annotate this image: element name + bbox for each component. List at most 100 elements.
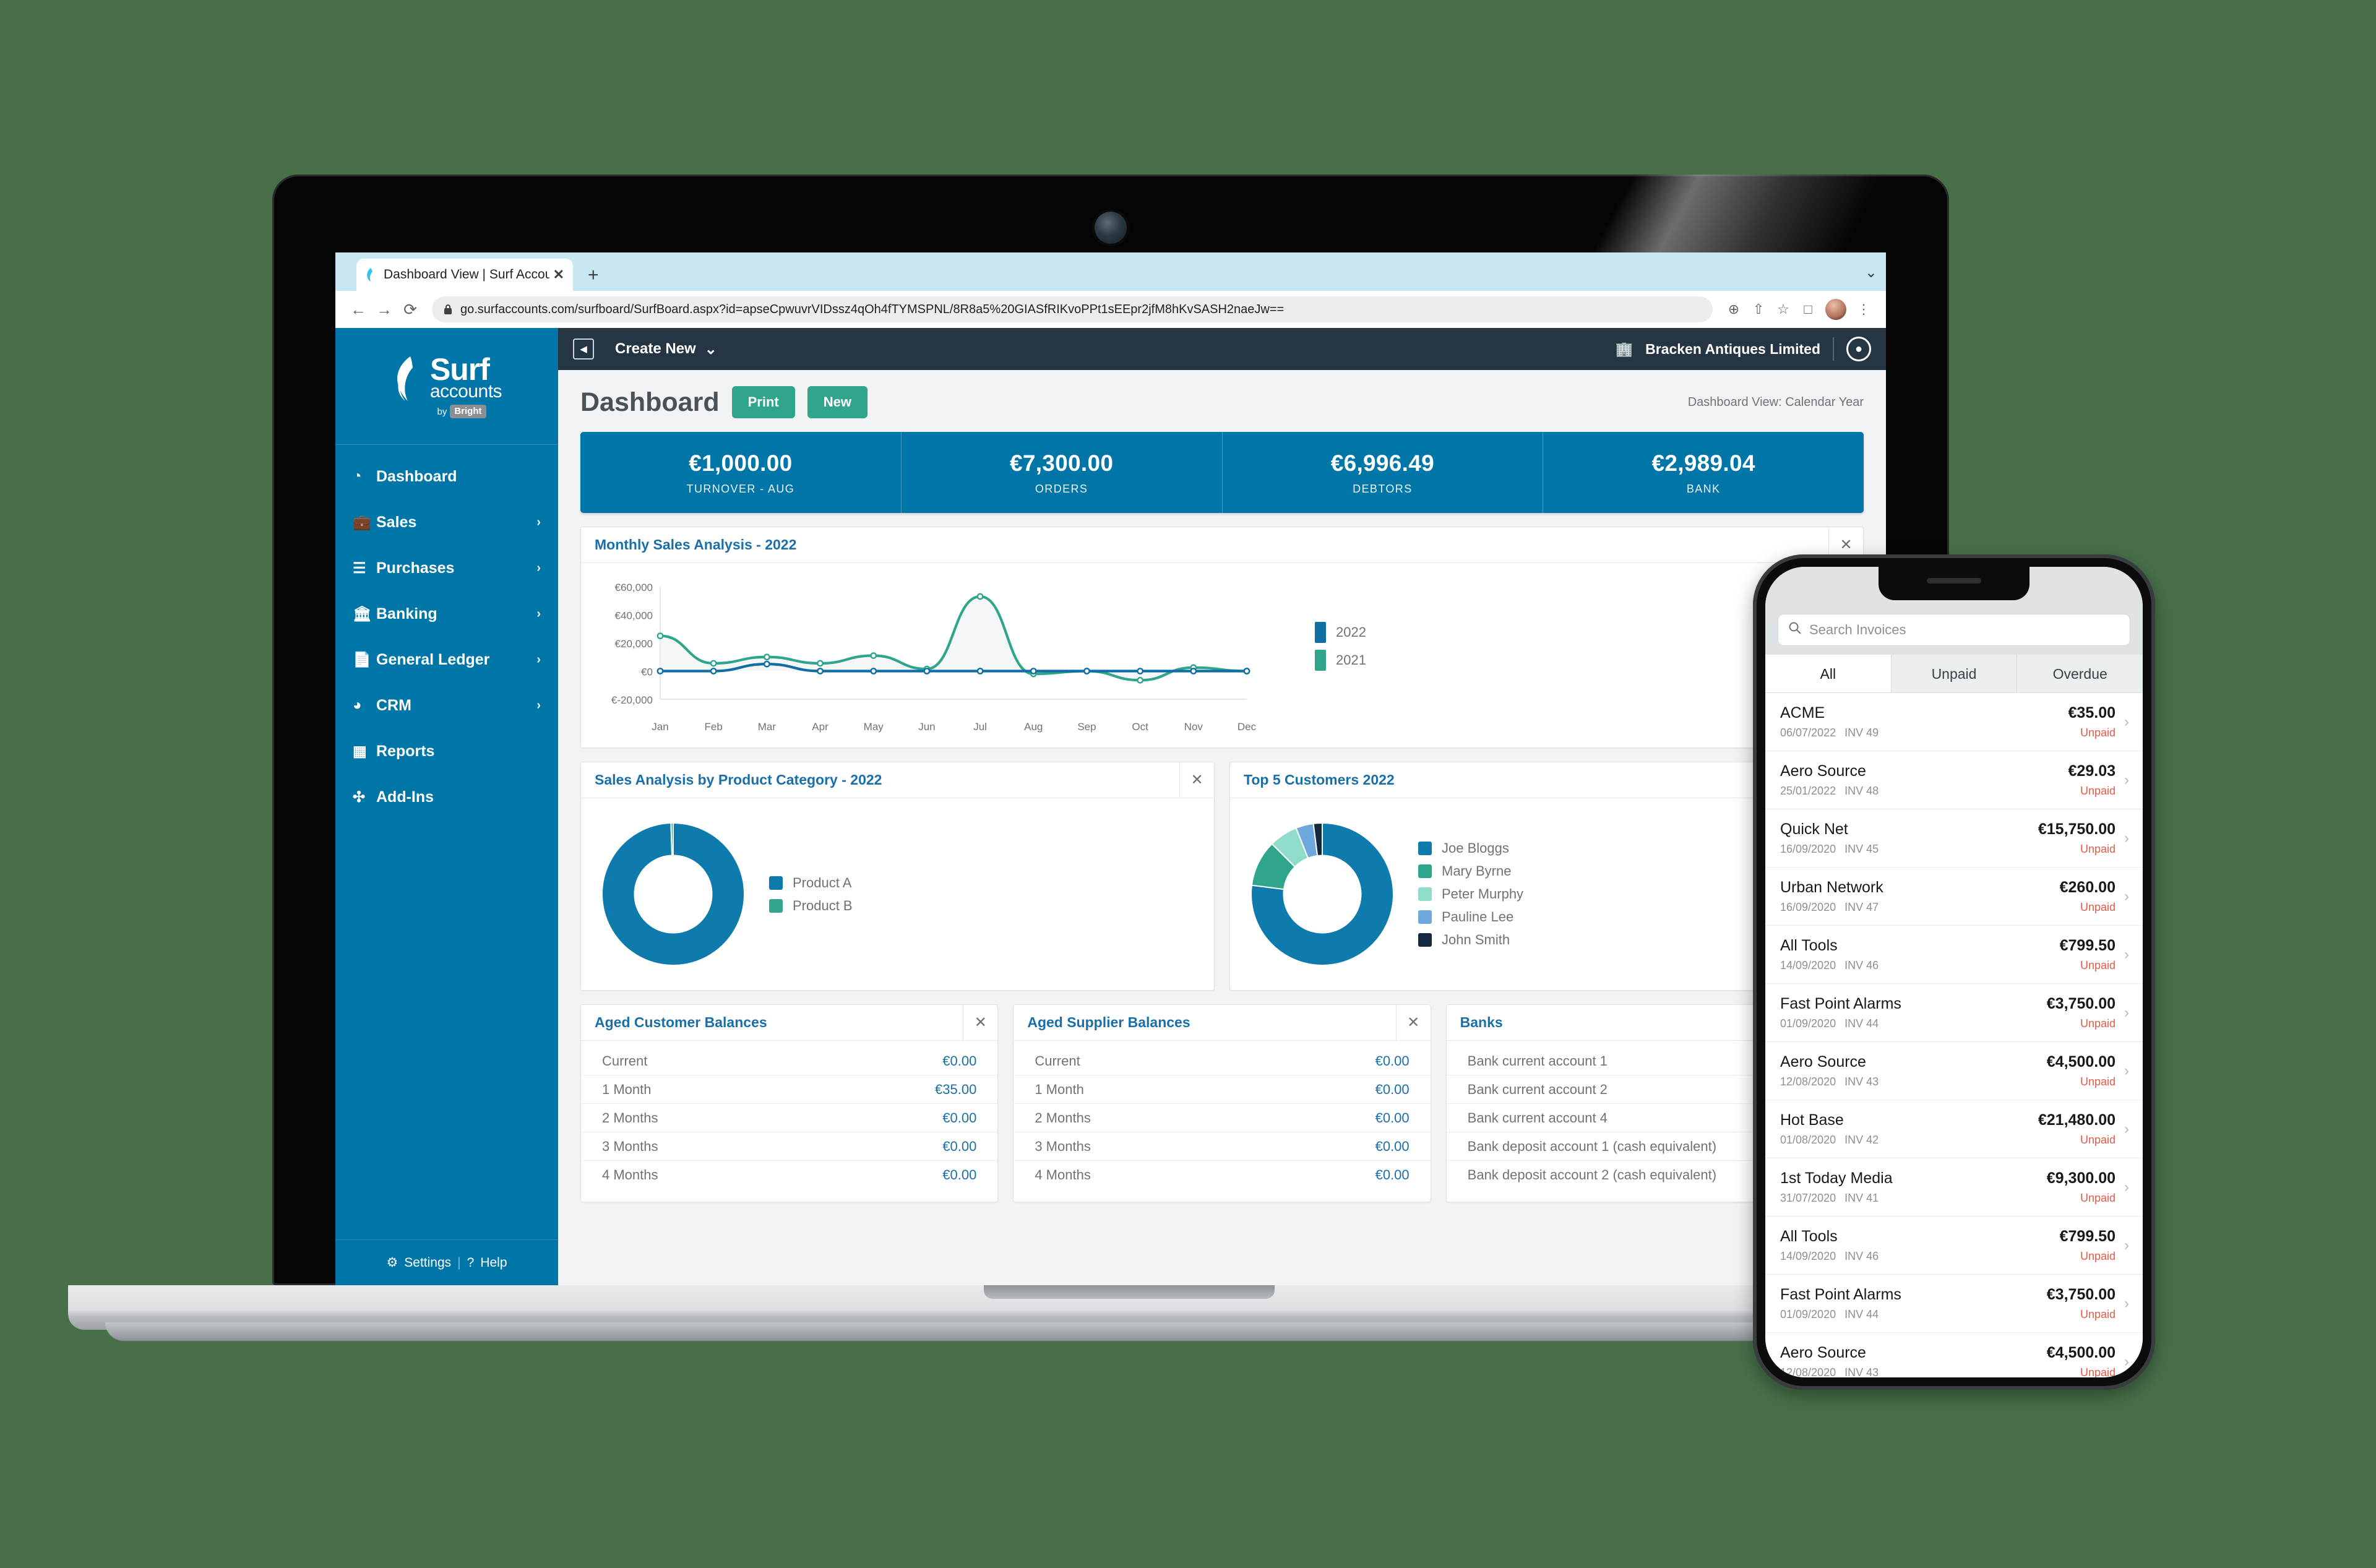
table-row[interactable]: 1 Month €35.00 [581, 1075, 998, 1104]
list-item[interactable]: 1st Today Media 31/07/2020 INV 41 €9,300.00… [1765, 1158, 2143, 1217]
chevron-right-icon[interactable]: › [2124, 1062, 2129, 1080]
legend-item[interactable]: Joe Bloggs [1418, 840, 1523, 856]
briefcase-icon: 💼 [353, 514, 371, 531]
list-item[interactable]: ACME 06/07/2022 INV 49 €35.00 Unpaid › [1765, 693, 2143, 751]
list-item[interactable]: All Tools 14/09/2020 INV 46 €799.50 Unpaid › [1765, 1217, 2143, 1275]
tab-overdue[interactable]: Overdue [2017, 655, 2143, 692]
sidebar-item-label: Add-Ins [376, 788, 434, 806]
legend-item[interactable]: Product A [769, 875, 853, 891]
sidebar-item-purchases[interactable]: ☰ Purchases › [335, 545, 558, 591]
legend-item[interactable]: Pauline Lee [1418, 909, 1523, 925]
table-row[interactable]: Current €0.00 [581, 1047, 998, 1075]
table-row[interactable]: 2 Months €0.00 [581, 1104, 998, 1132]
list-item[interactable]: Fast Point Alarms 01/09/2020 INV 44 €3,750.… [1765, 1275, 2143, 1333]
table-row[interactable]: 1 Month €0.00 [1014, 1075, 1431, 1104]
address-bar[interactable]: go.surfaccounts.com/surfboard/SurfBoard.… [432, 296, 1713, 322]
sidebar-item-banking[interactable]: 🏛 Banking › [335, 591, 558, 637]
table-row[interactable]: 2 Months €0.00 [1014, 1104, 1431, 1132]
chevron-right-icon[interactable]: › [2124, 713, 2129, 731]
side-panel-icon[interactable]: □ [1796, 297, 1820, 322]
legend-item[interactable]: Mary Byrne [1418, 863, 1523, 879]
invoice-amount-block: €3,750.00 Unpaid [2047, 1286, 2116, 1321]
share-icon[interactable]: ⇧ [1746, 297, 1771, 322]
kpi-orders[interactable]: €7,300.00 ORDERS [902, 432, 1223, 513]
browser-menu-icon[interactable]: ⋮ [1851, 297, 1876, 322]
list-item[interactable]: Fast Point Alarms 01/09/2020 INV 44 €3,750.… [1765, 984, 2143, 1042]
browser-tabstrip: Dashboard View | Surf Account ✕ + ⌄ [335, 252, 1886, 291]
close-icon[interactable]: ✕ [1179, 762, 1214, 798]
chevron-right-icon[interactable]: › [2124, 888, 2129, 905]
collapse-sidebar-icon[interactable]: ◀ [573, 338, 594, 360]
data-point [656, 668, 664, 674]
kpi-debtors[interactable]: €6,996.49 DEBTORS [1223, 432, 1544, 513]
kpi-turnover[interactable]: €1,000.00 TURNOVER - AUG [580, 432, 902, 513]
table-row[interactable]: 3 Months €0.00 [1014, 1132, 1431, 1161]
zoom-icon[interactable]: ⊕ [1721, 297, 1746, 322]
tab-unpaid[interactable]: Unpaid [1892, 655, 2018, 692]
company-name[interactable]: Bracken Antiques Limited [1645, 341, 1820, 358]
close-icon[interactable]: ✕ [1395, 1005, 1431, 1040]
chevron-right-icon[interactable]: › [2124, 1179, 2129, 1196]
legend-item[interactable]: John Smith [1418, 932, 1523, 948]
list-item[interactable]: Urban Network 16/09/2020 INV 47 €260.00 Unpa… [1765, 868, 2143, 926]
table-row[interactable]: 3 Months €0.00 [581, 1132, 998, 1161]
invoice-number: INV 47 [1844, 901, 1879, 913]
bookmark-icon[interactable]: ☆ [1771, 297, 1796, 322]
chevron-right-icon[interactable]: › [2124, 1237, 2129, 1254]
list-item[interactable]: Aero Source 25/01/2022 INV 48 €29.03 Unpaid › [1765, 751, 2143, 809]
sidebar-item-general-ledger[interactable]: 📄 General Ledger › [335, 637, 558, 683]
browser-tab[interactable]: Dashboard View | Surf Account ✕ [356, 259, 573, 291]
create-new-menu[interactable]: Create New ⌄ [615, 340, 717, 358]
chevron-down-icon[interactable]: ⌄ [1865, 264, 1877, 282]
sidebar-item-crm[interactable]: ◕ CRM › [335, 683, 558, 728]
back-button[interactable]: ← [345, 296, 371, 322]
table-row[interactable]: Current €0.00 [1014, 1047, 1431, 1075]
sidebar-item-dashboard[interactable]: ◔ Dashboard [335, 454, 558, 499]
search-invoices-bar[interactable]: Search Invoices [1778, 614, 2130, 646]
list-item[interactable]: All Tools 14/09/2020 INV 46 €799.50 Unpaid › [1765, 926, 2143, 984]
search-input-placeholder: Search Invoices [1809, 622, 1906, 637]
tab-all[interactable]: All [1765, 655, 1892, 692]
invoice-date: 14/09/2020 [1780, 1250, 1836, 1262]
chevron-right-icon[interactable]: › [2124, 1353, 2129, 1371]
help-link[interactable]: Help [480, 1256, 507, 1270]
app-logo[interactable]: Surf accounts by Bright [335, 328, 558, 444]
dashboard-page: Dashboard Print New Dashboard View: Cale… [558, 370, 1886, 1285]
reload-button[interactable]: ⟳ [397, 296, 423, 322]
chevron-right-icon[interactable]: › [2124, 772, 2129, 789]
invoice-customer: Fast Point Alarms [1780, 995, 1901, 1012]
table-row[interactable]: 4 Months €0.00 [1014, 1161, 1430, 1189]
chevron-right-icon[interactable]: › [2124, 1004, 2129, 1022]
chevron-right-icon[interactable]: › [2124, 1121, 2129, 1138]
avatar[interactable]: ● [1846, 337, 1871, 361]
legend-item[interactable]: Peter Murphy [1418, 886, 1523, 902]
print-button[interactable]: Print [731, 386, 795, 418]
settings-link[interactable]: Settings [404, 1256, 451, 1270]
chevron-right-icon[interactable]: › [2124, 830, 2129, 847]
list-item[interactable]: Aero Source 12/08/2020 INV 43 €4,500.00 Unpa… [1765, 1333, 2143, 1377]
close-icon[interactable]: ✕ [963, 1005, 997, 1040]
forward-button[interactable]: → [371, 296, 397, 322]
new-button[interactable]: New [807, 386, 867, 418]
new-tab-button[interactable]: + [588, 266, 599, 285]
sidebar-item-sales[interactable]: 💼 Sales › [335, 499, 558, 545]
browser-profile-avatar[interactable] [1825, 299, 1846, 320]
sidebar-item-add-ins[interactable]: ✣ Add-Ins [335, 774, 558, 820]
status-badge: Unpaid [2080, 1366, 2116, 1377]
kpi-bank[interactable]: €2,989.04 BANK [1543, 432, 1864, 513]
legend-item[interactable]: Product B [769, 898, 853, 914]
table-row[interactable]: 4 Months €0.00 [581, 1161, 997, 1189]
data-point [710, 660, 717, 667]
list-item[interactable]: Aero Source 12/08/2020 INV 43 €4,500.00 Unpa… [1765, 1042, 2143, 1100]
chevron-right-icon[interactable]: › [2124, 946, 2129, 963]
invoice-number: INV 44 [1844, 1308, 1879, 1320]
donut-slice[interactable] [670, 822, 674, 856]
chevron-right-icon[interactable]: › [2124, 1295, 2129, 1312]
list-item[interactable]: Hot Base 01/08/2020 INV 42 €21,480.00 Unpaid… [1765, 1100, 2143, 1158]
legend-item[interactable]: 2022 [1315, 622, 1366, 643]
legend-item[interactable]: 2021 [1315, 650, 1366, 671]
status-badge: Unpaid [2080, 726, 2116, 739]
sidebar-item-reports[interactable]: ▦ Reports [335, 728, 558, 774]
list-item[interactable]: Quick Net 16/09/2020 INV 45 €15,750.00 Unpai… [1765, 809, 2143, 868]
close-icon[interactable]: ✕ [553, 267, 564, 283]
